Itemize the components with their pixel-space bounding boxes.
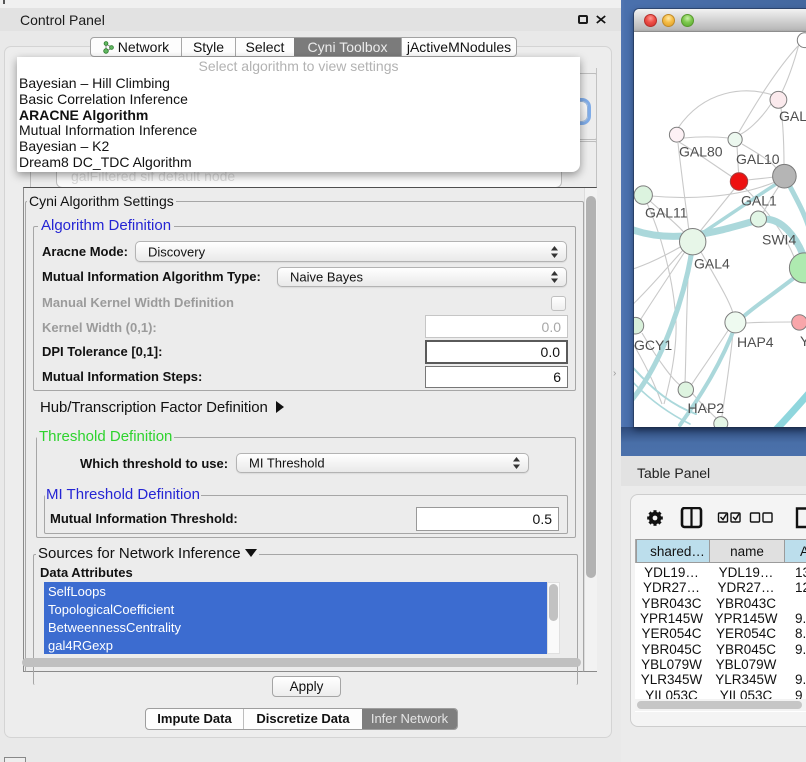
svg-text:HAP4: HAP4 (737, 334, 774, 350)
svg-text:GAL11: GAL11 (645, 205, 688, 221)
svg-text:GAL4: GAL4 (694, 256, 730, 272)
svg-text:GAL1: GAL1 (741, 193, 777, 209)
svg-text:HAP2: HAP2 (688, 400, 725, 416)
svg-text:SWI4: SWI4 (762, 232, 796, 248)
svg-text:Y: Y (800, 333, 806, 349)
svg-text:GAL80: GAL80 (679, 144, 723, 160)
svg-text:GAL7: GAL7 (779, 108, 806, 124)
svg-text:GAL10: GAL10 (736, 151, 780, 167)
svg-text:GCY1: GCY1 (634, 337, 672, 353)
